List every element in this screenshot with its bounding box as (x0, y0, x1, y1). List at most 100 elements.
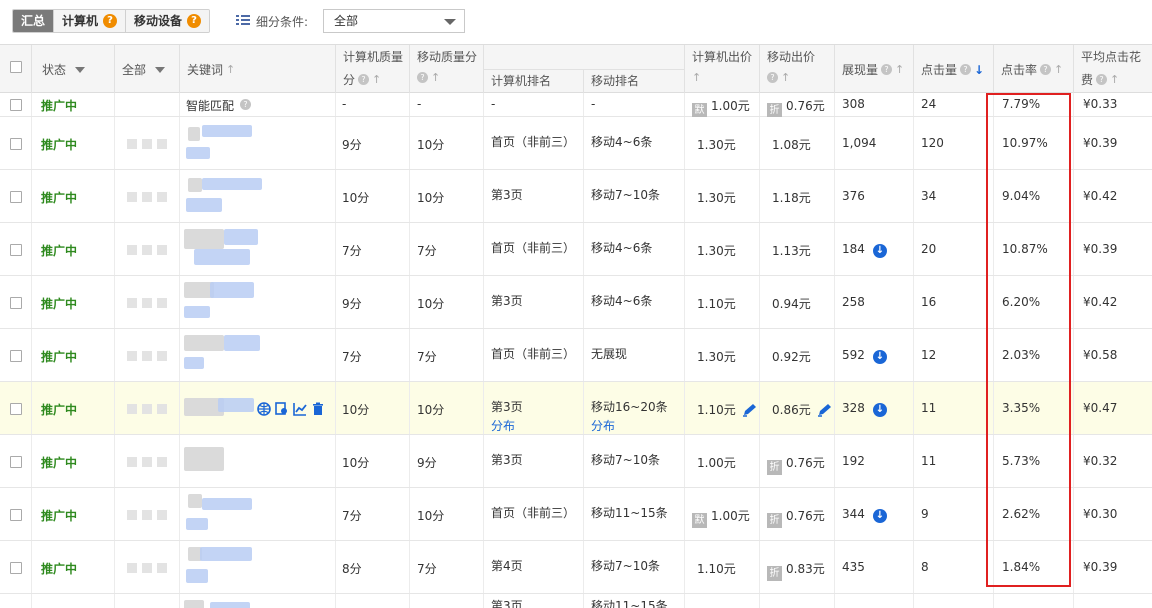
sort-up-icon[interactable]: ↑ (372, 73, 381, 86)
help-icon[interactable]: ? (417, 72, 428, 83)
row-checkbox[interactable] (10, 562, 22, 574)
pc-bid[interactable]: 1.30元 (697, 348, 736, 365)
pc-bid[interactable]: 1.10元 (697, 295, 736, 312)
cell-rpc: 首页（非前三） (483, 117, 583, 169)
header-ctr[interactable]: 点击率? ↑ (993, 45, 1073, 93)
cell-clicks: 16 (913, 276, 993, 328)
cell-clicks: 24 (913, 93, 993, 116)
mobile-bid[interactable]: 0.94元 (772, 295, 811, 312)
header-avg-cost[interactable]: 平均点击花 费? ↑ (1073, 45, 1152, 93)
help-icon[interactable]: ? (881, 64, 893, 75)
delete-icon[interactable] (311, 402, 325, 416)
row-checkbox[interactable] (10, 297, 22, 309)
avg-cpc-value: ¥0.47 (1083, 401, 1118, 415)
mobile-bid[interactable]: 折 0.76元 (767, 454, 825, 475)
help-icon[interactable]: ? (240, 99, 251, 110)
pc-bid[interactable]: 默 1.00元 (692, 507, 750, 528)
header-clicks[interactable]: 点击量? ↓ (913, 45, 993, 93)
help-icon[interactable]: ? (187, 14, 202, 28)
row-checkbox[interactable] (10, 138, 22, 150)
header-status[interactable]: 状态 (31, 45, 114, 93)
edit-pencil-icon[interactable] (817, 403, 833, 417)
sort-up-icon[interactable]: ↑ (895, 63, 904, 76)
rank-pc-text: 首页（非前三） (491, 135, 576, 149)
trend-chart-icon[interactable] (293, 402, 307, 416)
cell-mq: 9分 (409, 435, 483, 487)
pc-bid[interactable]: 1.30元 (697, 242, 736, 259)
sort-up-icon[interactable]: ↑ (1110, 73, 1119, 86)
rank-distribution-link[interactable]: 分布 (591, 417, 615, 434)
pc-bid[interactable]: 1.10元 (697, 560, 736, 577)
header-mobile-bid[interactable]: 移动出价 ? ↑ (759, 45, 834, 93)
header-scope[interactable]: 全部 (114, 45, 179, 93)
mobile-bid[interactable]: 0.92元 (772, 348, 811, 365)
cell-pcb: 默 1.00元 (684, 93, 759, 118)
help-icon[interactable]: ? (960, 64, 972, 75)
header-keyword[interactable]: 关键词 ↑ (179, 45, 335, 93)
row-checkbox[interactable] (10, 509, 22, 521)
help-icon[interactable]: ? (103, 14, 118, 28)
tab-computer[interactable]: 计算机? (54, 10, 127, 32)
header-pc-quality[interactable]: 计算机质量 分? ↑ (335, 45, 409, 93)
row-checkbox[interactable] (10, 456, 22, 468)
mobile-bid[interactable]: 0.86元 (772, 401, 833, 418)
mobile-bid[interactable]: 1.13元 (772, 242, 811, 259)
pc-bid[interactable]: 1.00元 (697, 454, 736, 471)
mobile-bid[interactable]: 1.08元 (772, 136, 811, 153)
sort-up-icon[interactable]: ↑ (1054, 63, 1063, 76)
help-icon[interactable]: ? (767, 72, 778, 83)
sort-up-icon[interactable]: ↑ (226, 63, 235, 76)
pc-bid[interactable]: 1.30元 (697, 189, 736, 206)
pc-bid[interactable]: 1.10元 (697, 401, 758, 418)
download-icon[interactable]: ↓ (872, 244, 887, 258)
help-icon[interactable]: ? (1040, 64, 1052, 75)
row-checkbox[interactable] (10, 244, 22, 256)
edit-pencil-icon[interactable] (742, 403, 758, 417)
cell-scope (114, 117, 179, 169)
globe-icon[interactable] (257, 402, 271, 416)
pc-bid[interactable]: 1.30元 (697, 136, 736, 153)
mobile-bid[interactable]: 折 0.83元 (767, 560, 825, 581)
download-icon[interactable]: ↓ (872, 403, 887, 417)
help-icon[interactable]: ? (1096, 74, 1108, 85)
header-pc-bid[interactable]: 计算机出价 ↑ (684, 45, 759, 93)
cell-pcq: 9分 (335, 276, 409, 328)
mobile-bid[interactable]: 折 0.76元 (767, 97, 825, 118)
cell-mb: 折 0.76元 (759, 488, 834, 540)
rank-mobile-text: 移动7~10条 (591, 559, 660, 573)
keyword-redacted (224, 335, 260, 351)
row-checkbox[interactable] (10, 99, 22, 111)
download-icon[interactable]: ↓ (872, 509, 887, 523)
help-icon[interactable]: ? (358, 74, 370, 85)
filter-select[interactable]: 全部 (323, 9, 465, 33)
impressions-number: 592 (842, 348, 865, 362)
device-placeholder (127, 457, 167, 467)
sort-up-icon[interactable]: ↑ (692, 71, 701, 84)
sort-down-icon[interactable]: ↓ (974, 63, 984, 77)
cell-status: 推广中 (31, 117, 114, 169)
mobile-bid[interactable]: 折 0.76元 (767, 507, 825, 528)
impressions-value: 184 ↓ (842, 242, 887, 258)
device-tabs: 汇总 计算机? 移动设备? (12, 9, 211, 33)
sort-up-icon[interactable]: ↑ (431, 71, 440, 84)
header-mobile-quality[interactable]: 移动质量分 ? ↑ (409, 45, 483, 93)
tab-summary[interactable]: 汇总 (13, 10, 55, 32)
cell-status: 推广中 (31, 329, 114, 381)
row-checkbox[interactable] (10, 350, 22, 362)
pc-bid[interactable]: 默 1.00元 (692, 97, 750, 118)
download-icon[interactable]: ↓ (872, 350, 887, 364)
rank-distribution-link[interactable]: 分布 (491, 417, 515, 434)
table-row: 第3页 移动11~15条 (0, 594, 1152, 608)
tab-mobile[interactable]: 移动设备? (126, 10, 210, 32)
row-checkbox[interactable] (10, 403, 22, 415)
preview-icon[interactable] (275, 402, 289, 416)
header-impressions[interactable]: 展现量? ↑ (834, 45, 913, 93)
select-all-checkbox[interactable] (10, 61, 22, 73)
row-checkbox[interactable] (10, 191, 22, 203)
cell-ctr: 5.73% (993, 435, 1073, 487)
clicks-value: 120 (921, 136, 944, 150)
pc-bid-value: 1.00元 (697, 456, 736, 470)
pc-quality-score: 9分 (342, 297, 362, 311)
sort-up-icon[interactable]: ↑ (781, 71, 790, 84)
mobile-bid[interactable]: 1.18元 (772, 189, 811, 206)
